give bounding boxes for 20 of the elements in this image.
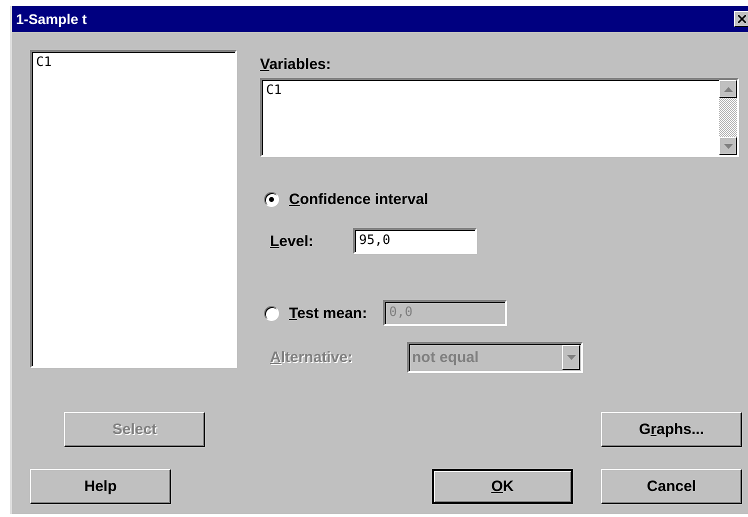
alternative-label: Alternative: [270,349,354,366]
radio-label[interactable]: Confidence interval [289,191,428,208]
help-button[interactable]: Help [30,469,171,504]
radio-button[interactable] [264,192,279,207]
ok-button[interactable]: OK [432,469,573,504]
cancel-button[interactable]: Cancel [601,469,742,504]
level-field[interactable]: 95,0 [353,228,477,254]
variables-label: Variables: [260,56,332,73]
caret-icon [566,355,576,360]
scroll-up-icon[interactable] [719,80,737,98]
variables-field[interactable]: C1 [260,78,739,157]
scroll-down-icon[interactable] [719,137,737,155]
list-item[interactable]: C1 [36,55,231,70]
column-list[interactable]: C1 [30,50,237,368]
window-title: 1-Sample t [16,11,87,27]
close-button[interactable] [734,11,748,27]
close-icon [738,15,746,23]
level-label: Level: [270,232,314,250]
scrollbar[interactable] [719,80,737,155]
graphs-button[interactable]: Graphs... [601,412,742,447]
